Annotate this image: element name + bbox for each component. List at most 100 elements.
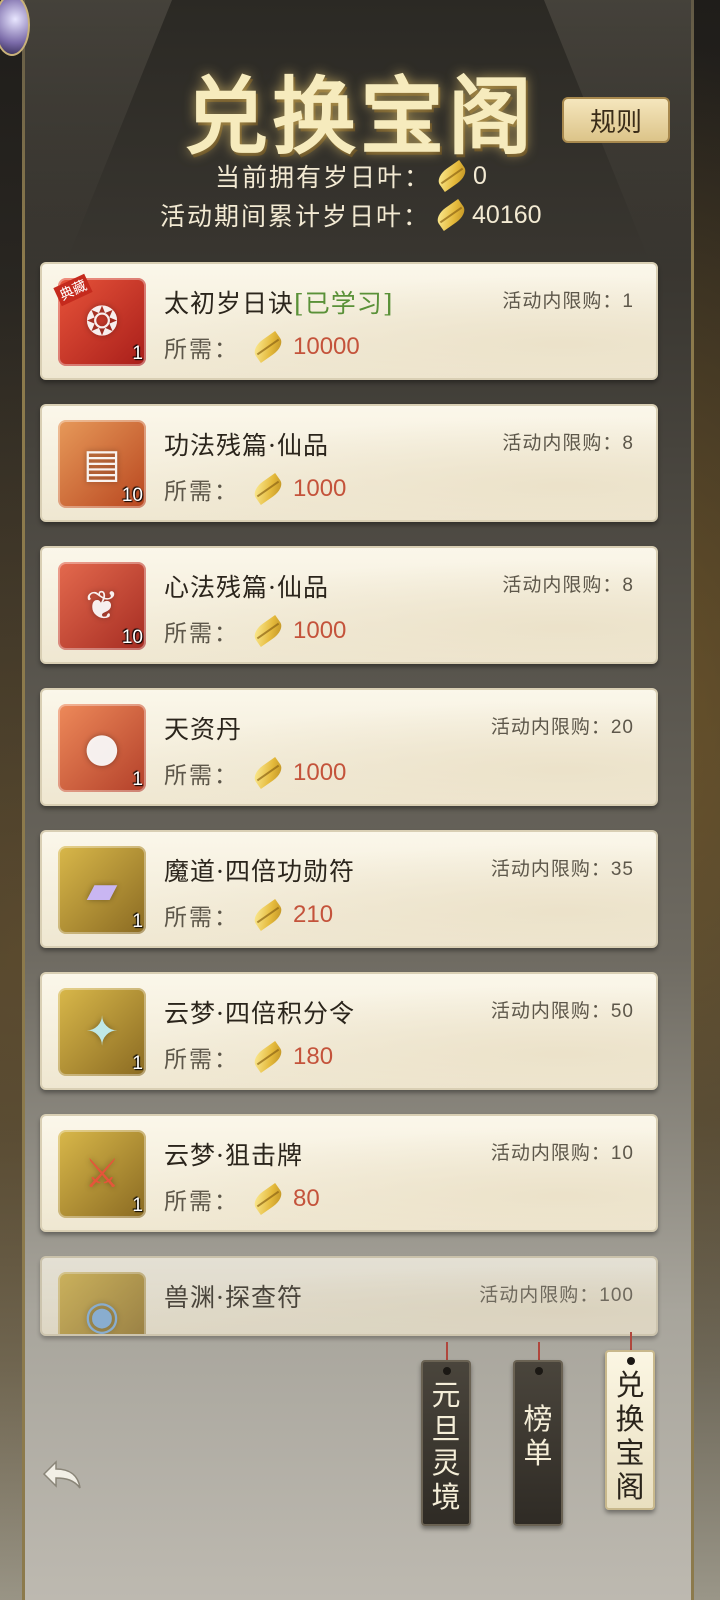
limit-label: 活动内限购： <box>490 1000 611 1022</box>
cost-value: 1000 <box>293 475 347 502</box>
item-icon-pill: ● 1 <box>58 704 146 792</box>
limit-label: 活动内限购： <box>502 574 623 596</box>
owned-stat: 当前拥有岁日叶： 0 <box>215 158 487 194</box>
cost-value: 1000 <box>293 617 347 644</box>
item-cost: 所需： 10000 <box>164 330 360 364</box>
back-arrow-icon[interactable] <box>38 1456 86 1496</box>
golden-leaf-icon <box>251 757 286 789</box>
cost-value: 80 <box>293 1185 320 1212</box>
limit-label: 活动内限购： <box>490 858 611 880</box>
golden-leaf-icon <box>251 899 286 931</box>
exchange-item[interactable]: ✦ 1 云梦·四倍积分令 活动内限购：50 所需： 180 <box>40 972 658 1090</box>
golden-leaf-icon <box>251 615 286 647</box>
item-title: 太初岁日诀 <box>164 289 295 318</box>
item-name: 云梦·四倍积分令 <box>164 999 355 1028</box>
item-cost: 所需： 1000 <box>164 756 346 790</box>
golden-leaf-icon <box>251 1183 286 1215</box>
purchase-limit: 活动内限购：50 <box>491 996 634 1023</box>
eye-charm-icon: ◉ <box>84 1293 120 1336</box>
item-icon-talisman: ▰ 1 <box>58 846 146 934</box>
cost-value: 1000 <box>293 759 347 786</box>
item-name: 功法残篇·仙品 <box>164 431 329 460</box>
cost-label: 所需： <box>164 621 239 647</box>
item-icon-scroll: ❦ 10 <box>58 562 146 650</box>
item-name: 云梦·狙击牌 <box>164 1141 303 1170</box>
limit-label: 活动内限购： <box>479 1284 600 1306</box>
limit-value: 100 <box>599 1285 634 1306</box>
limit-value: 8 <box>622 575 634 596</box>
tab-new-year-realm[interactable]: 元 旦 灵 境 <box>421 1360 471 1526</box>
item-cost: 所需： 80 <box>164 1182 320 1216</box>
item-cost: 所需： 180 <box>164 1040 333 1074</box>
flame-scroll-icon: ❂ <box>85 299 119 345</box>
total-stat: 活动期间累计岁日叶： 40160 <box>160 197 542 233</box>
item-cost: 所需： 210 <box>164 898 333 932</box>
item-cost: 所需： 1000 <box>164 472 346 506</box>
item-name: 兽渊·探查符 <box>164 1283 303 1312</box>
purchase-limit: 活动内限购：35 <box>491 854 634 881</box>
cost-label: 所需： <box>164 337 239 363</box>
item-icon-book: ▤ 10 <box>58 420 146 508</box>
cost-value: 210 <box>293 901 334 928</box>
pill-icon: ● <box>84 725 120 771</box>
tab-leaderboard[interactable]: 榜 单 <box>513 1360 563 1526</box>
purchase-limit: 活动内限购：20 <box>491 712 634 739</box>
cost-label: 所需： <box>164 1047 239 1073</box>
cost-label: 所需： <box>164 763 239 789</box>
exchange-item[interactable]: ❂ 典藏 1 太初岁日诀[已学习] 活动内限购：1 所需： 10000 <box>40 262 658 380</box>
limit-value: 20 <box>610 717 634 738</box>
item-count: 1 <box>132 911 143 932</box>
rules-button[interactable]: 规则 <box>562 97 670 143</box>
item-name: 心法残篇·仙品 <box>164 573 329 602</box>
item-icon-token: ✦ 1 <box>58 988 146 1076</box>
golden-leaf-icon <box>434 199 469 231</box>
limit-value: 10 <box>610 1143 634 1164</box>
limit-label: 活动内限购： <box>502 290 623 312</box>
item-count: 1 <box>132 1195 143 1216</box>
golden-leaf-icon <box>251 331 286 363</box>
golden-leaf-icon <box>435 160 470 192</box>
exchange-item[interactable]: ❦ 10 心法残篇·仙品 活动内限购：8 所需： 1000 <box>40 546 658 664</box>
total-label: 活动期间累计岁日叶： <box>160 202 431 231</box>
item-name: 太初岁日诀[已学习] <box>164 284 394 320</box>
cost-value: 10000 <box>293 333 360 360</box>
exchange-item[interactable]: ⚔ 1 云梦·狙击牌 活动内限购：10 所需： 80 <box>40 1114 658 1232</box>
cost-label: 所需： <box>164 905 239 931</box>
limit-value: 1 <box>622 291 634 312</box>
owned-value: 0 <box>473 161 487 190</box>
purchase-limit: 活动内限购：1 <box>502 286 634 313</box>
sword-icon: ⚔ <box>84 1151 120 1197</box>
fan-token-icon: ✦ <box>85 1009 119 1055</box>
owned-label: 当前拥有岁日叶： <box>215 163 432 192</box>
cost-label: 所需： <box>164 479 239 505</box>
total-value: 40160 <box>472 200 542 229</box>
talisman-icon: ▰ <box>86 867 118 913</box>
limit-label: 活动内限购： <box>490 716 611 738</box>
item-name: 魔道·四倍功勋符 <box>164 857 355 886</box>
book-icon: ▤ <box>83 441 121 487</box>
purchase-limit: 活动内限购：8 <box>502 428 634 455</box>
exchange-item[interactable]: ● 1 天资丹 活动内限购：20 所需： 1000 <box>40 688 658 806</box>
golden-leaf-icon <box>251 473 286 505</box>
limit-value: 35 <box>610 859 634 880</box>
item-icon-sword: ⚔ 1 <box>58 1130 146 1218</box>
limit-value: 8 <box>622 433 634 454</box>
exchange-item[interactable]: ▤ 10 功法残篇·仙品 活动内限购：8 所需： 1000 <box>40 404 658 522</box>
item-name: 天资丹 <box>164 715 243 744</box>
item-icon-charm: ◉ <box>58 1272 146 1336</box>
item-count: 1 <box>132 769 143 790</box>
exchange-item[interactable]: ◉ 兽渊·探查符 活动内限购：100 <box>40 1256 658 1336</box>
exchange-list: ❂ 典藏 1 太初岁日诀[已学习] 活动内限购：1 所需： 10000 ▤ 10… <box>40 262 658 1360</box>
item-count: 10 <box>121 627 143 648</box>
item-count: 1 <box>132 1053 143 1074</box>
item-count: 10 <box>121 485 143 506</box>
limit-label: 活动内限购： <box>490 1142 611 1164</box>
tab-exchange-shop[interactable]: 兑 换 宝 阁 <box>605 1350 655 1510</box>
exchange-item[interactable]: ▰ 1 魔道·四倍功勋符 活动内限购：35 所需： 210 <box>40 830 658 948</box>
purchase-limit: 活动内限购：100 <box>479 1280 634 1307</box>
learned-tag: [已学习] <box>294 289 394 318</box>
limit-value: 50 <box>610 1001 634 1022</box>
item-cost: 所需： 1000 <box>164 614 346 648</box>
purchase-limit: 活动内限购：8 <box>502 570 634 597</box>
purchase-limit: 活动内限购：10 <box>491 1138 634 1165</box>
